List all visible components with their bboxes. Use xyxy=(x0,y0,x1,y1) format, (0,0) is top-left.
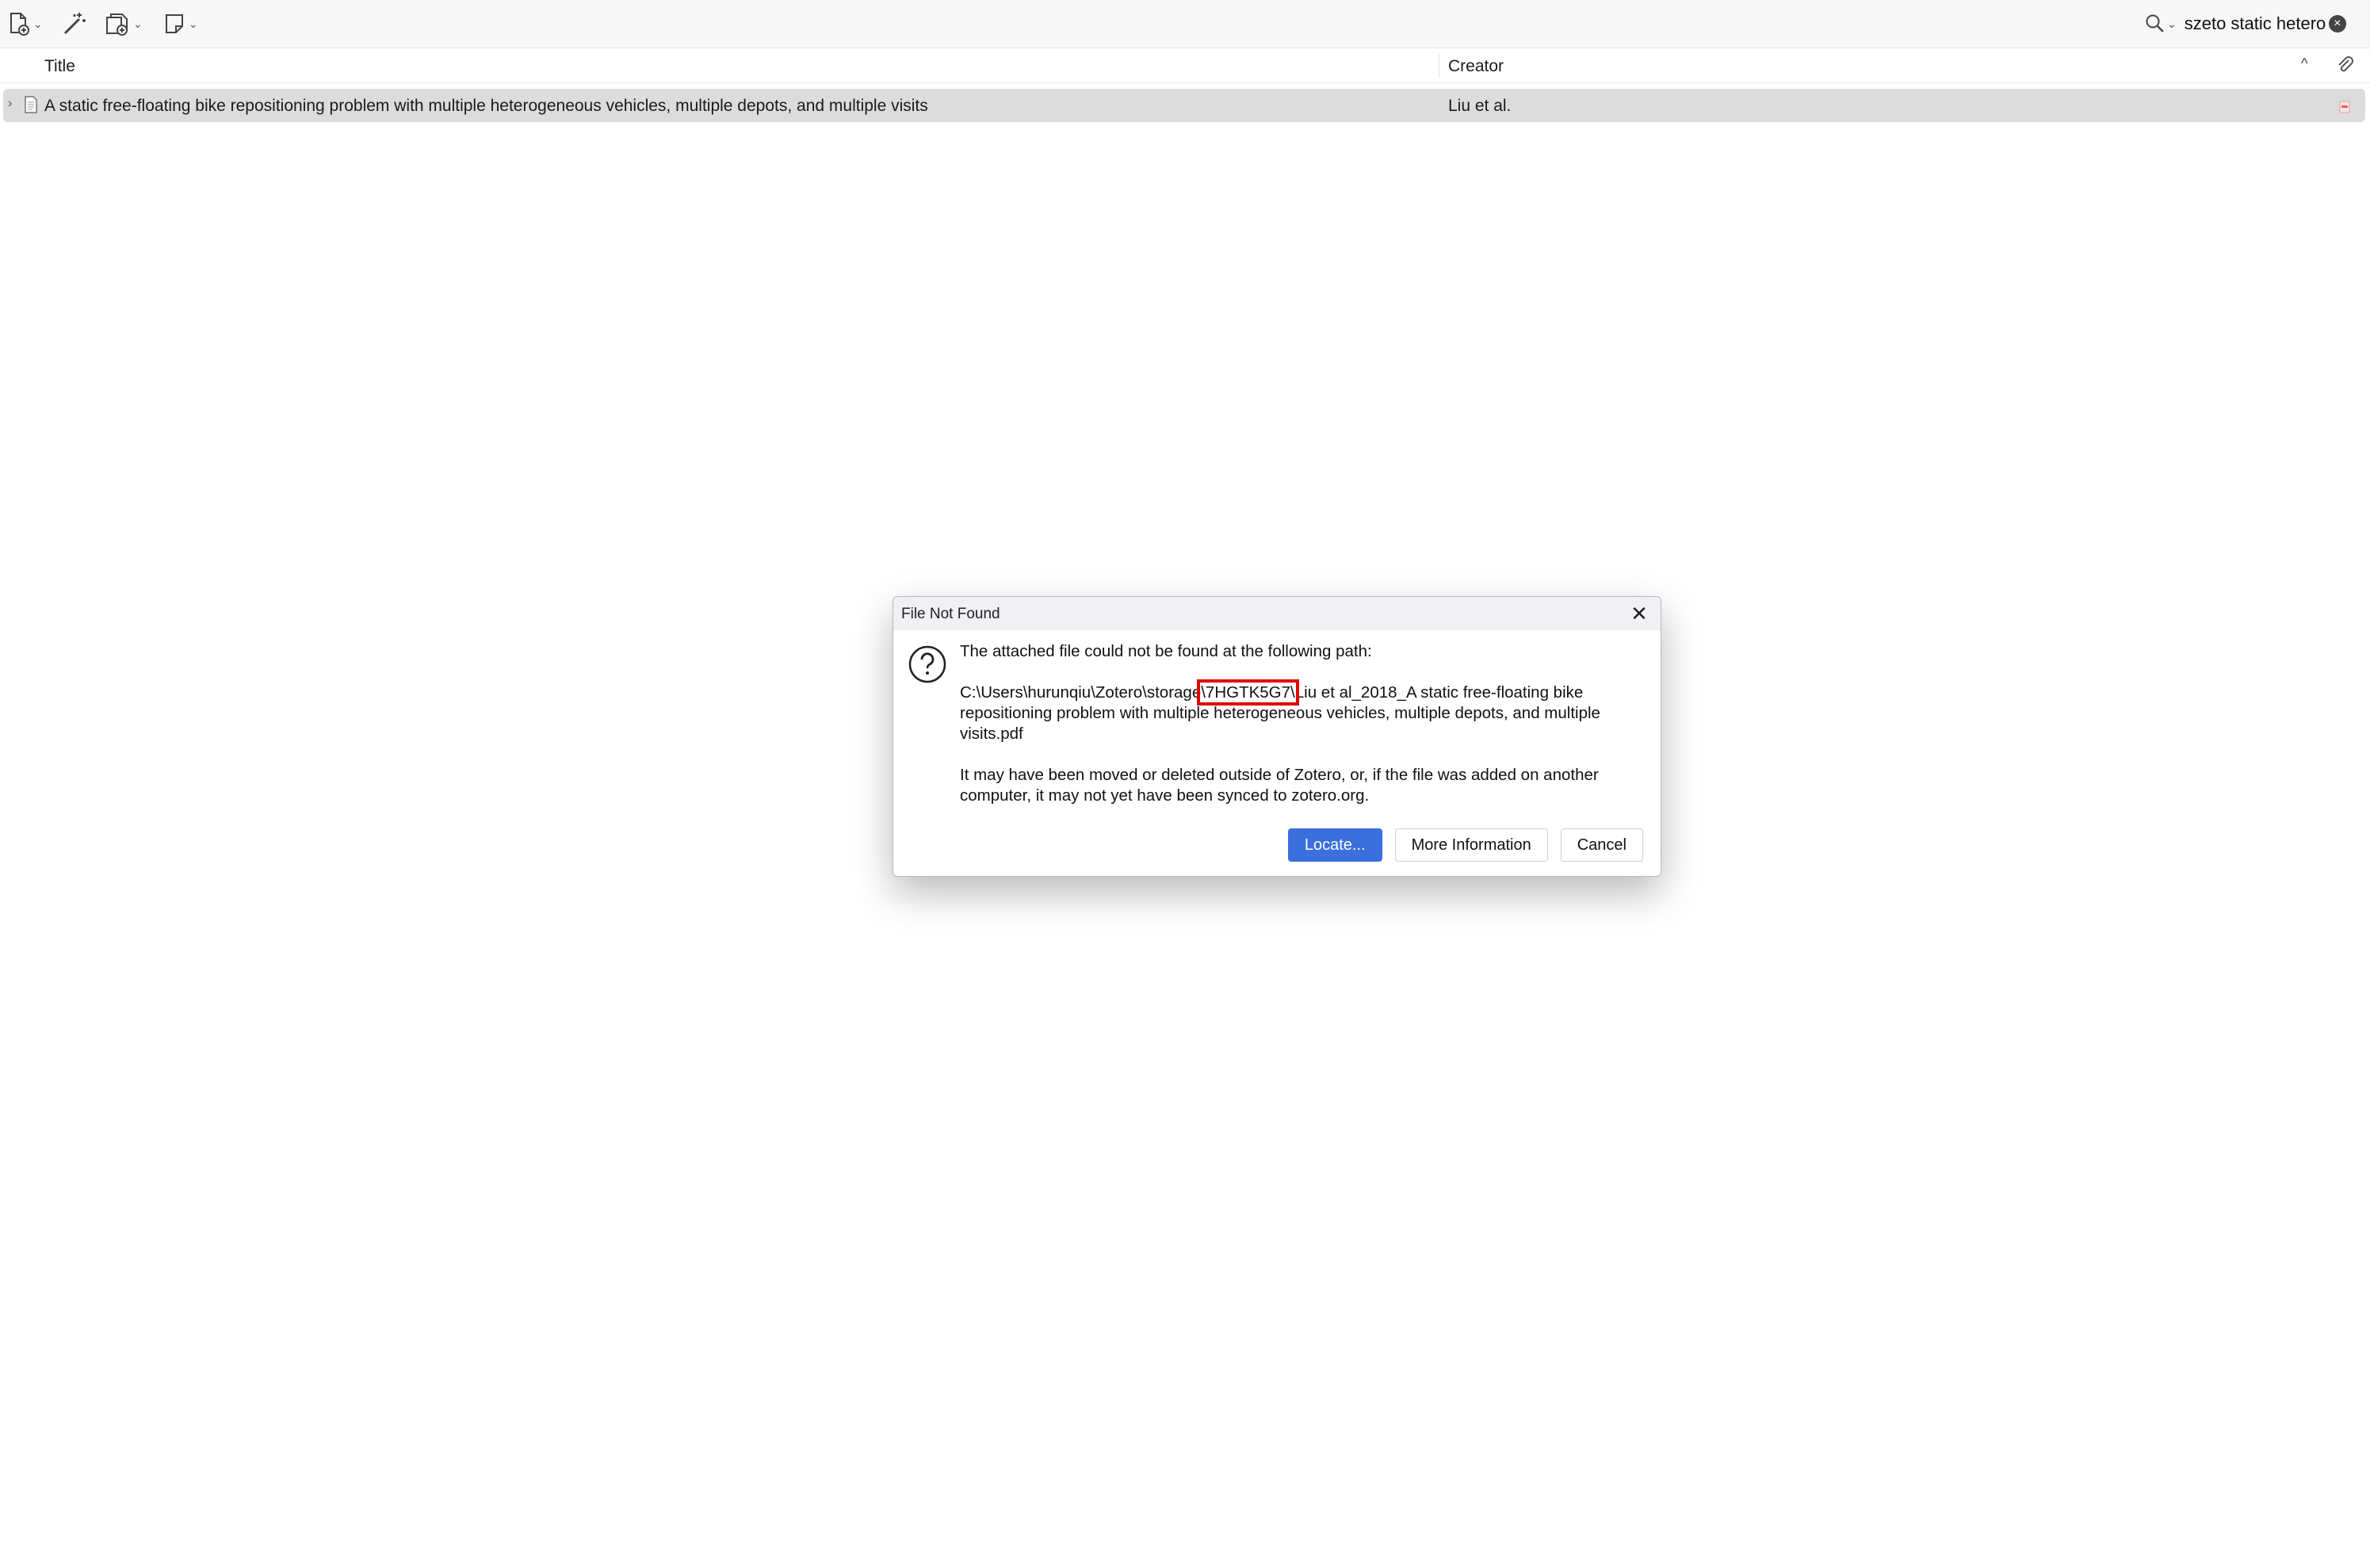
chevron-down-icon: ⌄ xyxy=(33,17,43,30)
sort-ascending-icon[interactable]: ^ xyxy=(2301,55,2307,72)
add-attachment-button[interactable]: ⌄ xyxy=(105,10,143,38)
new-item-button[interactable]: ⌄ xyxy=(8,10,43,38)
chevron-right-icon[interactable]: › xyxy=(8,97,12,111)
file-not-found-dialog: File Not Found ✕ The attached file could… xyxy=(893,596,1661,877)
pdf-attachment-icon[interactable] xyxy=(2338,99,2351,113)
dialog-titlebar[interactable]: File Not Found ✕ xyxy=(893,597,1661,630)
more-information-button[interactable]: More Information xyxy=(1394,828,1548,862)
path-highlight: \7HGTK5G7\ xyxy=(1197,679,1299,706)
item-creator: Liu et al. xyxy=(1448,97,1512,115)
search-box[interactable]: ⌄ szeto static hetero × xyxy=(2145,8,2359,40)
dialog-file-path: C:\Users\hurunqiu\Zotero\storage\7HGTK5G… xyxy=(960,679,1642,744)
main-toolbar: ⌄ ⌄ ⌄ ⌄ szeto static hetero × xyxy=(0,0,2370,48)
dialog-line-1: The attached file could not be found at … xyxy=(960,642,1372,660)
dialog-message: The attached file could not be found at … xyxy=(960,641,1642,806)
dialog-buttons: Locate... More Information Cancel xyxy=(1287,828,1643,862)
new-note-icon xyxy=(166,14,183,33)
journal-article-icon xyxy=(24,96,38,118)
path-prefix: C:\Users\hurunqiu\Zotero\storage xyxy=(960,683,1202,702)
items-column-header: Title Creator ^ xyxy=(0,49,2370,83)
attachment-column-icon[interactable] xyxy=(2335,55,2356,81)
chevron-down-icon: ⌄ xyxy=(189,17,198,30)
cancel-button[interactable]: Cancel xyxy=(1560,828,1643,862)
new-note-button[interactable]: ⌄ xyxy=(163,10,198,38)
search-input[interactable]: szeto static hetero xyxy=(2185,13,2327,34)
column-title[interactable]: Title xyxy=(44,57,75,76)
clear-search-icon[interactable]: × xyxy=(2328,15,2346,33)
magic-wand-icon xyxy=(63,13,86,35)
item-title: A static free-floating bike repositionin… xyxy=(44,97,928,115)
question-icon xyxy=(908,644,947,688)
new-item-icon xyxy=(10,13,29,36)
locate-button[interactable]: Locate... xyxy=(1287,828,1382,862)
close-icon[interactable]: ✕ xyxy=(1627,602,1651,625)
column-creator[interactable]: Creator xyxy=(1448,57,1504,76)
add-attachment-icon xyxy=(106,13,128,36)
table-row[interactable]: › A static free-floating bike reposition… xyxy=(3,89,2365,122)
dialog-line-3: It may have been moved or deleted outsid… xyxy=(960,766,1599,805)
add-by-identifier-button[interactable] xyxy=(62,10,87,38)
chevron-down-icon[interactable]: ⌄ xyxy=(2167,17,2177,31)
dialog-title: File Not Found xyxy=(901,606,1000,622)
chevron-down-icon: ⌄ xyxy=(133,17,143,30)
search-icon[interactable] xyxy=(2145,13,2165,34)
